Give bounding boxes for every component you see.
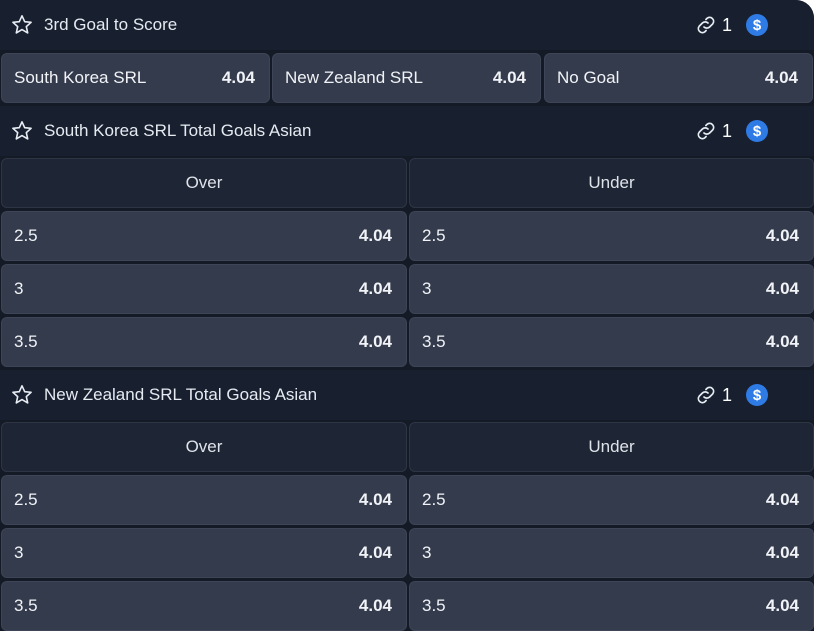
market-actions: 1 $ [694,0,768,50]
market-header: 3rd Goal to Score 1 $ [0,0,814,50]
over-odds-button[interactable]: 2.5 4.04 [1,211,407,261]
line-value: 3 [422,543,432,562]
under-odds-button[interactable]: 3.5 4.04 [409,317,814,367]
odds-value: 4.04 [358,332,392,351]
odds-value: 4.04 [358,543,392,562]
star-outline-icon[interactable] [10,13,34,37]
outcome-odds: 4.04 [764,68,798,87]
column-header-over: Over [1,158,407,208]
markets-panel: 3rd Goal to Score 1 $ South Korea SRL 4.… [0,0,814,631]
market-title: South Korea SRL Total Goals Asian [44,121,312,140]
line-value: 2.5 [14,490,38,509]
dollar-coin-icon[interactable]: $ [746,14,768,36]
column-header-under: Under [409,158,814,208]
line-value: 3.5 [14,596,38,615]
odds-value: 4.04 [765,226,799,245]
market-title: 3rd Goal to Score [44,15,178,34]
line-value: 3.5 [14,332,38,351]
line-value: 3 [422,279,432,298]
outcome-odds: 4.04 [492,68,526,87]
outcome-button-south-korea[interactable]: South Korea SRL 4.04 [1,53,270,103]
market-actions: 1 $ [694,370,768,420]
outcome-label: New Zealand SRL [285,68,423,87]
odds-value: 4.04 [765,596,799,615]
link-icon[interactable] [694,383,718,407]
outcome-button-new-zealand[interactable]: New Zealand SRL 4.04 [272,53,541,103]
under-odds-button[interactable]: 3 4.04 [409,528,814,578]
under-odds-button[interactable]: 3.5 4.04 [409,581,814,631]
odds-value: 4.04 [765,332,799,351]
outcome-label: No Goal [557,68,620,87]
market-header: New Zealand SRL Total Goals Asian 1 $ [0,370,814,420]
odds-value: 4.04 [765,279,799,298]
column-header-under: Under [409,422,814,472]
outcome-button-no-goal[interactable]: No Goal 4.04 [544,53,813,103]
over-odds-button[interactable]: 3.5 4.04 [1,581,407,631]
odds-value: 4.04 [358,490,392,509]
link-count: 1 [721,384,732,405]
under-odds-button[interactable]: 3 4.04 [409,264,814,314]
odds-value: 4.04 [358,279,392,298]
over-odds-button[interactable]: 2.5 4.04 [1,475,407,525]
line-value: 2.5 [14,226,38,245]
odds-value: 4.04 [765,543,799,562]
over-odds-button[interactable]: 3 4.04 [1,528,407,578]
link-count: 1 [721,120,732,141]
line-value: 3.5 [422,596,446,615]
odds-value: 4.04 [765,490,799,509]
link-icon[interactable] [694,119,718,143]
outcome-odds: 4.04 [221,68,255,87]
under-odds-button[interactable]: 2.5 4.04 [409,475,814,525]
link-icon[interactable] [694,13,718,37]
line-value: 3 [14,279,24,298]
star-outline-icon[interactable] [10,383,34,407]
market-actions: 1 $ [694,106,768,156]
market-header: South Korea SRL Total Goals Asian 1 $ [0,106,814,156]
over-odds-button[interactable]: 3.5 4.04 [1,317,407,367]
line-value: 3.5 [422,332,446,351]
column-header-over: Over [1,422,407,472]
dollar-coin-icon[interactable]: $ [746,120,768,142]
odds-value: 4.04 [358,226,392,245]
under-odds-button[interactable]: 2.5 4.04 [409,211,814,261]
star-outline-icon[interactable] [10,119,34,143]
outcome-label: South Korea SRL [14,68,147,87]
dollar-coin-icon[interactable]: $ [746,384,768,406]
line-value: 2.5 [422,490,446,509]
line-value: 2.5 [422,226,446,245]
odds-value: 4.04 [358,596,392,615]
link-count: 1 [721,14,732,35]
over-odds-button[interactable]: 3 4.04 [1,264,407,314]
line-value: 3 [14,543,24,562]
market-title: New Zealand SRL Total Goals Asian [44,385,318,404]
